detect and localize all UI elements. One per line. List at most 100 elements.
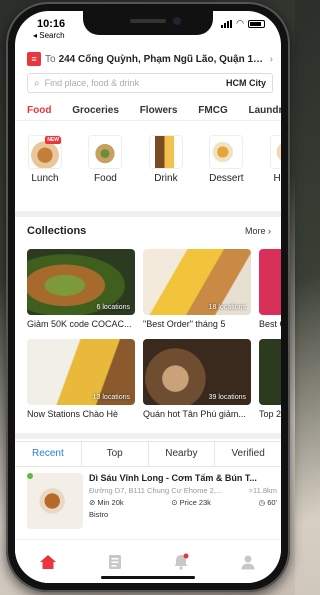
price-value: Price 23k: [179, 498, 211, 507]
quick-categories: NEW Lunch Food Drink Dessert Home: [15, 127, 281, 207]
phone-frame: 10:16 ◂ Search ◠ ≡ To 244 Cống Quỳnh, Ph…: [6, 2, 290, 592]
collection-name: Top 2...: [259, 409, 281, 419]
restaurant-list-tabs: Recent Top Nearby Verified: [15, 441, 281, 467]
collection-card[interactable]: 13 locations Now Stations Chào Hè: [27, 339, 135, 419]
restaurant-list-item[interactable]: Dì Sáu Vĩnh Long - Cơm Tấm & Bún T... Đư…: [27, 473, 277, 535]
home-icon: [40, 554, 57, 569]
open-status-dot: [27, 473, 33, 479]
search-bar: ⌕ HCM City: [27, 73, 273, 93]
tab-laundry[interactable]: Laundry: [249, 99, 281, 120]
home-indicator: [101, 576, 195, 579]
back-to-search-link[interactable]: ◂ Search: [33, 31, 65, 40]
collection-name: "Best Order" tháng 5: [143, 319, 226, 329]
nav-profile[interactable]: [233, 547, 263, 577]
restaurant-address: Đường D7, B111 Chung Cư Ehome 2,...: [89, 486, 223, 495]
tab-top[interactable]: Top: [82, 442, 149, 466]
collection-card[interactable]: 39 locations Quán hot Tân Phú giảm...: [143, 339, 251, 419]
collection-card[interactable]: Top 2...: [259, 339, 281, 419]
collection-image: [259, 339, 281, 405]
bell-icon: [174, 553, 189, 570]
chevron-right-icon: ›: [268, 226, 271, 236]
tab-fmcg[interactable]: FMCG: [198, 99, 227, 120]
nav-home[interactable]: [33, 547, 63, 577]
restaurant-info: Dì Sáu Vĩnh Long - Cơm Tấm & Bún T... Đư…: [89, 473, 277, 519]
quick-item-dessert[interactable]: Dessert: [200, 127, 252, 184]
coin-icon: ⊙: [171, 498, 178, 507]
tab-flowers[interactable]: Flowers: [140, 99, 178, 120]
more-label: More: [244, 226, 266, 236]
orders-icon: [108, 554, 121, 569]
restaurant-thumbnail: [27, 473, 83, 529]
collection-name: Giảm 50K code COCAC...: [27, 319, 132, 329]
new-badge: NEW: [45, 136, 61, 144]
address-book-icon: ≡: [27, 52, 41, 66]
city-selector[interactable]: HCM City: [226, 78, 266, 88]
collections-header: Collections More ›: [27, 225, 271, 237]
delivery-time: ◷ 60': [259, 498, 277, 507]
clock-icon: ◷: [258, 498, 266, 507]
quick-item-label: Food: [94, 173, 117, 184]
collection-image: 13 locations: [27, 339, 135, 405]
food-image: [88, 135, 123, 169]
collection-name: Best O...: [259, 319, 281, 329]
tab-verified[interactable]: Verified: [215, 442, 281, 466]
nav-orders[interactable]: [100, 547, 130, 577]
quick-item-label: Home: [273, 173, 281, 184]
category-tabs: Food Groceries Flowers FMCG Laundry: [15, 99, 281, 121]
address-text: 244 Cống Quỳnh, Phạm Ngũ Lão, Quận 1, H.…: [58, 53, 266, 65]
section-divider: [15, 433, 281, 439]
tab-groceries[interactable]: Groceries: [72, 99, 119, 120]
tab-recent[interactable]: Recent: [15, 442, 82, 466]
notch: [83, 11, 213, 35]
collection-locations: 39 locations: [208, 394, 246, 401]
search-input[interactable]: [44, 78, 226, 88]
restaurant-type: Bistro: [89, 510, 109, 519]
drink-image: [148, 135, 183, 169]
collection-locations: 18 locations: [208, 304, 246, 311]
collection-card[interactable]: 6 locations Giảm 50K code COCAC...: [27, 249, 135, 329]
home-image: [269, 135, 281, 169]
quick-item-label: Drink: [154, 173, 178, 184]
collection-image: 39 locations: [143, 339, 251, 405]
collection-card[interactable]: Best O...: [259, 249, 281, 329]
restaurant-name: Dì Sáu Vĩnh Long - Cơm Tấm & Bún T...: [89, 473, 257, 483]
collections-title: Collections: [27, 225, 87, 237]
min-order-value: Min 20k: [97, 498, 124, 507]
price: ⊙ Price 23k: [171, 498, 211, 507]
app-screen: 10:16 ◂ Search ◠ ≡ To 244 Cống Quỳnh, Ph…: [15, 11, 281, 583]
delivery-address-bar[interactable]: ≡ To 244 Cống Quỳnh, Phạm Ngũ Lão, Quận …: [27, 49, 273, 69]
delivery-time-value: 60': [267, 498, 277, 507]
collections-more-link[interactable]: More ›: [245, 226, 271, 236]
collection-card[interactable]: 18 locations "Best Order" tháng 5: [143, 249, 251, 329]
dessert-image: [209, 135, 244, 169]
quick-item-label: Lunch: [31, 173, 59, 184]
chevron-right-icon: ›: [269, 53, 273, 65]
search-icon: ⌕: [34, 77, 40, 89]
quick-item-home[interactable]: Home: [261, 127, 281, 184]
signal-icon: [221, 19, 233, 28]
tag-icon: ⊘: [89, 498, 96, 507]
min-order: ⊘ Min 20k: [89, 498, 124, 507]
tab-food[interactable]: Food: [27, 99, 51, 120]
restaurant-distance: >11.8km: [248, 486, 277, 495]
quick-item-lunch[interactable]: NEW Lunch: [19, 127, 71, 184]
quick-item-food[interactable]: Food: [79, 127, 131, 184]
quick-item-drink[interactable]: Drink: [140, 127, 192, 184]
collection-locations: 13 locations: [92, 394, 130, 401]
nav-notifications[interactable]: [166, 547, 196, 577]
collection-image: 6 locations: [27, 249, 135, 315]
quick-item-label: Dessert: [209, 173, 244, 184]
collection-name: Now Stations Chào Hè: [27, 409, 119, 419]
tab-nearby[interactable]: Nearby: [149, 442, 216, 466]
collection-image: 18 locations: [143, 249, 251, 315]
lunch-image: NEW: [28, 135, 62, 169]
user-icon: [241, 555, 255, 569]
section-divider: [15, 211, 281, 217]
battery-icon: [248, 19, 265, 28]
collection-name: Quán hot Tân Phú giảm...: [143, 409, 246, 419]
status-time: 10:16: [37, 18, 66, 30]
wifi-icon: ◠: [236, 18, 244, 28]
collection-locations: 6 locations: [96, 304, 130, 311]
collection-image: [259, 249, 281, 315]
address-prefix: To: [45, 53, 56, 65]
